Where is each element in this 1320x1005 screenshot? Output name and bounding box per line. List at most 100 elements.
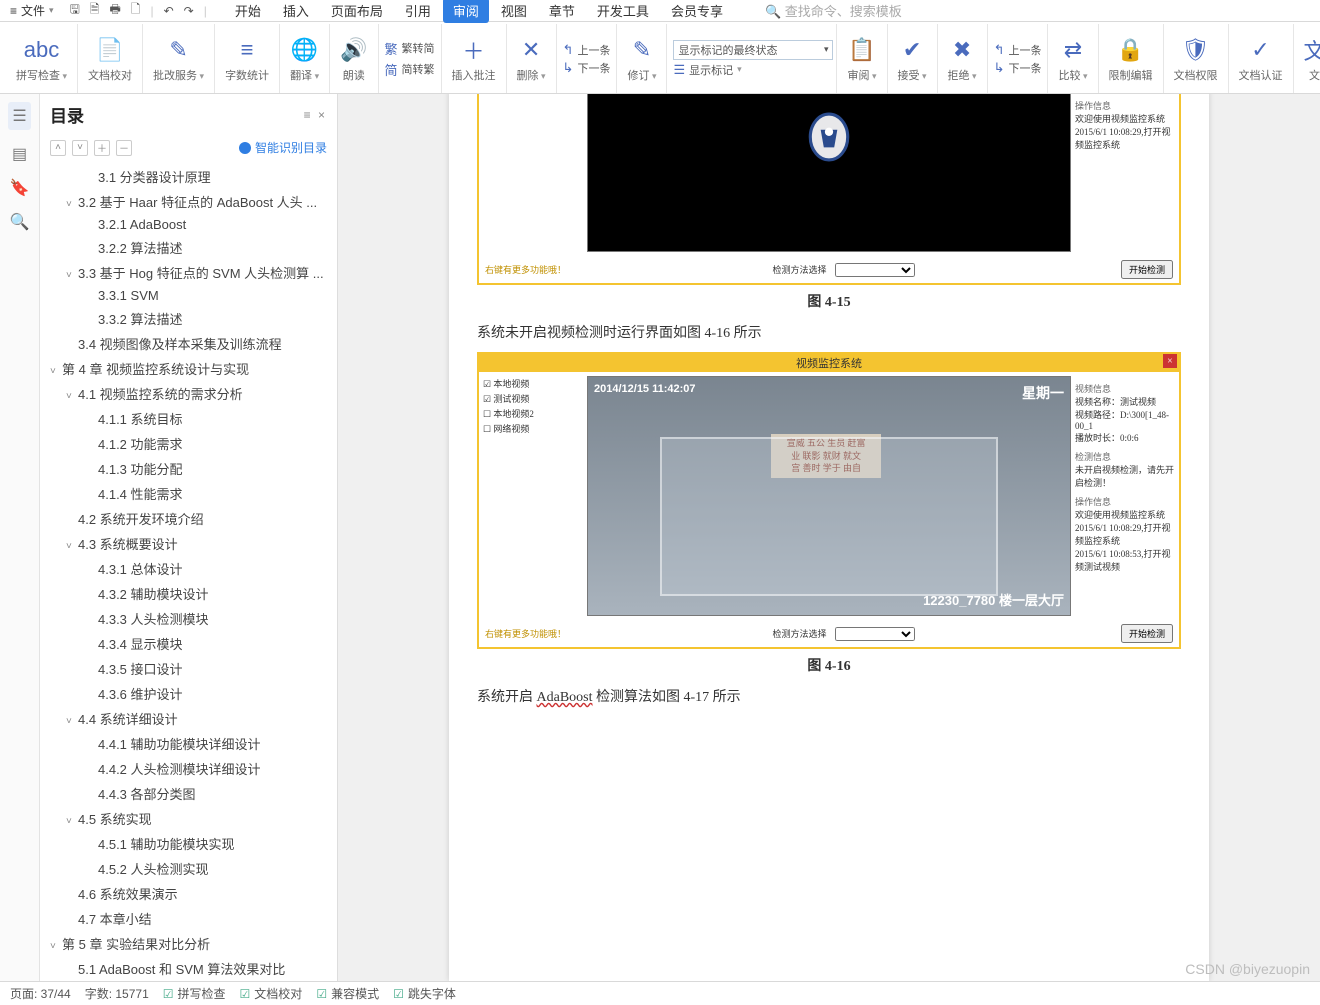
ribbon-ribbon-mid-0[interactable]: ＋插入批注 xyxy=(442,24,507,93)
find-tab-icon[interactable]: 🔍 xyxy=(10,212,30,232)
toc-item[interactable]: 4.5.1 辅助功能模块实现 xyxy=(44,831,333,856)
prev-change[interactable]: ↰上一条 xyxy=(994,42,1042,58)
status-item-3[interactable]: ☑跳失字体 xyxy=(393,985,456,1002)
menu-tab-1[interactable]: 插入 xyxy=(273,0,319,23)
toc-item[interactable]: 4.4.2 人头检测模块详细设计 xyxy=(44,756,333,781)
toc-item[interactable]: 3.3.2 算法描述 xyxy=(44,306,333,331)
ribbon-ribbon-big-1[interactable]: 📄文档校对 xyxy=(78,24,143,93)
toc-item[interactable]: 4.1.2 功能需求 xyxy=(44,431,333,456)
undo-icon[interactable]: ↶ xyxy=(164,4,174,18)
method-select[interactable] xyxy=(835,627,915,641)
method-select[interactable] xyxy=(835,263,915,277)
status-item-0[interactable]: ☑拼写检查 xyxy=(163,985,226,1002)
toc-up-icon[interactable]: ˄ xyxy=(50,140,66,156)
toc-item[interactable]: 5.1 AdaBoost 和 SVM 算法效果对比 xyxy=(44,956,333,981)
bookmark-tab-icon[interactable]: 🔖 xyxy=(10,178,30,198)
toc-item[interactable]: 4.4.3 各部分类图 xyxy=(44,781,333,806)
menu-tab-7[interactable]: 开发工具 xyxy=(587,0,659,23)
ribbon-ribbon-right-1[interactable]: ✔接受 xyxy=(888,24,938,93)
page-indicator[interactable]: 页面: 37/44 xyxy=(10,985,71,1002)
toc-item[interactable]: 4.2 系统开发环境介绍 xyxy=(44,506,333,531)
ribbon-ribbon-right-2[interactable]: ✖拒绝 xyxy=(938,24,988,93)
toc-item[interactable]: 4.3.3 人头检测模块 xyxy=(44,606,333,631)
menu-tab-0[interactable]: 开始 xyxy=(225,0,271,23)
status-item-1[interactable]: ☑文档校对 xyxy=(240,985,303,1002)
ribbon-icon: 🔊 xyxy=(340,35,367,65)
toc-item[interactable]: 4.1.3 功能分配 xyxy=(44,456,333,481)
search-hint[interactable]: 🔍 查找命令、搜索模板 xyxy=(765,1,902,20)
workspace[interactable]: ☐ 本地视频2☐ 网络视频 视频路径：未选择视频 播放时长：00:00:00 检… xyxy=(338,94,1320,981)
menu-tab-8[interactable]: 会员专享 xyxy=(661,0,733,23)
toc-body[interactable]: 3.1 分类器设计原理˅3.2 基于 Haar 特征点的 AdaBoost 人头… xyxy=(40,162,337,981)
status-item-2[interactable]: ☑兼容模式 xyxy=(316,985,379,1002)
ribbon-ribbon-far-3[interactable]: ✓文档认证 xyxy=(1229,24,1294,93)
to-traditional[interactable]: 简简转繁 xyxy=(385,60,435,79)
ribbon-ribbon-far-4[interactable]: 文文 xyxy=(1294,24,1320,93)
prev-comment[interactable]: ↰上一条 xyxy=(563,42,611,58)
print-icon[interactable]: 🖶 xyxy=(109,0,120,21)
toc-item[interactable]: 4.3.2 辅助模块设计 xyxy=(44,581,333,606)
toc-item[interactable]: ˅4.1 视频监控系统的需求分析 xyxy=(44,381,333,406)
show-markup[interactable]: ☰显示标记 ▾ xyxy=(673,62,830,78)
toc-item[interactable]: 4.4.1 辅助功能模块详细设计 xyxy=(44,731,333,756)
menu-tab-6[interactable]: 章节 xyxy=(539,0,585,23)
toc-item[interactable]: 3.3.1 SVM xyxy=(44,285,333,306)
save-icon[interactable]: 🖫 xyxy=(70,0,80,21)
toc-item[interactable]: 4.1.4 性能需求 xyxy=(44,481,333,506)
toc-collapse-icon[interactable]: － xyxy=(116,140,132,156)
chevron-down-icon: ˅ xyxy=(50,941,62,952)
ribbon-ribbon-big-0[interactable]: abc拼写检查 xyxy=(6,24,78,93)
start-detect-button[interactable]: 开始检测 xyxy=(1121,260,1173,279)
word-count[interactable]: 字数: 15771 xyxy=(85,985,149,1002)
ribbon-ribbon-mid-1[interactable]: ✕删除 xyxy=(507,24,557,93)
save-as-icon[interactable]: 🗎 xyxy=(90,0,100,21)
ribbon-ribbon-big-5[interactable]: 🔊朗读 xyxy=(330,24,378,93)
toc-item[interactable]: ˅3.3 基于 Hog 特征点的 SVM 人头检测算 ... xyxy=(44,260,333,285)
next-change[interactable]: ↳下一条 xyxy=(994,60,1042,76)
toc-item[interactable]: 3.1 分类器设计原理 xyxy=(44,164,333,189)
next-comment[interactable]: ↳下一条 xyxy=(563,60,611,76)
ribbon-ribbon-far-2[interactable]: 🛡文档权限 xyxy=(1164,24,1229,93)
toc-menu-icon[interactable]: ≡ × xyxy=(304,108,327,122)
toc-item[interactable]: 3.4 视频图像及样本采集及训练流程 xyxy=(44,331,333,356)
track-changes[interactable]: ✎ 修订 xyxy=(617,24,667,93)
ribbon-ribbon-far-1[interactable]: 🔒限制编辑 xyxy=(1099,24,1164,93)
ribbon-ribbon-big-2[interactable]: ✎批改服务 xyxy=(143,24,215,93)
to-simplified[interactable]: 繁繁转简 xyxy=(385,39,435,58)
toc-down-icon[interactable]: ˅ xyxy=(72,140,88,156)
file-menu[interactable]: ≡ 文件 ▾ xyxy=(6,0,58,21)
menu-tab-4[interactable]: 审阅 xyxy=(443,0,489,23)
toc-item[interactable]: 4.5.2 人头检测实现 xyxy=(44,856,333,881)
smart-toc[interactable]: 智能识别目录 xyxy=(239,139,327,156)
toc-item[interactable]: 4.6 系统效果演示 xyxy=(44,881,333,906)
menu-tab-2[interactable]: 页面布局 xyxy=(321,0,393,23)
thumbnail-tab-icon[interactable]: ▤ xyxy=(12,144,27,164)
toc-item[interactable]: ˅4.5 系统实现 xyxy=(44,806,333,831)
toc-item[interactable]: 4.3.5 接口设计 xyxy=(44,656,333,681)
toc-item[interactable]: 4.3.1 总体设计 xyxy=(44,556,333,581)
ribbon-ribbon-big-3[interactable]: ≡字数统计 xyxy=(215,24,280,93)
toc-item[interactable]: 4.3.6 维护设计 xyxy=(44,681,333,706)
menu-tab-3[interactable]: 引用 xyxy=(395,0,441,23)
toc-item[interactable]: 4.7 本章小结 xyxy=(44,906,333,931)
toc-item[interactable]: ˅4.4 系统详细设计 xyxy=(44,706,333,731)
redo-icon[interactable]: ↷ xyxy=(184,4,194,18)
toc-item[interactable]: ˅第 5 章 实验结果对比分析 xyxy=(44,931,333,956)
toc-item[interactable]: ˅第 4 章 视频监控系统设计与实现 xyxy=(44,356,333,381)
toc-item[interactable]: 4.1.1 系统目标 xyxy=(44,406,333,431)
toc-expand-icon[interactable]: ＋ xyxy=(94,140,110,156)
toc-item[interactable]: 4.3.4 显示模块 xyxy=(44,631,333,656)
ribbon-ribbon-right-0[interactable]: 📋审阅 xyxy=(837,24,887,93)
ribbon-ribbon-big-4[interactable]: 🌐翻译 xyxy=(280,24,330,93)
final-state-select[interactable]: 显示标记的最终状态▾ xyxy=(673,40,833,60)
toc-item[interactable]: ˅4.3 系统概要设计 xyxy=(44,531,333,556)
toc-item[interactable]: ˅3.2 基于 Haar 特征点的 AdaBoost 人头 ... xyxy=(44,189,333,214)
toc-item[interactable]: 3.2.1 AdaBoost xyxy=(44,214,333,235)
ribbon-ribbon-far-0[interactable]: ⇄比较 xyxy=(1048,24,1098,93)
start-detect-button[interactable]: 开始检测 xyxy=(1121,624,1173,643)
toc-item[interactable]: 3.2.2 算法描述 xyxy=(44,235,333,260)
toc-tab-icon[interactable]: ☰ xyxy=(8,102,30,130)
menu-tab-5[interactable]: 视图 xyxy=(491,0,537,23)
print-preview-icon[interactable]: 🗋 xyxy=(131,0,141,21)
status-icon: ☑ xyxy=(393,987,404,1001)
